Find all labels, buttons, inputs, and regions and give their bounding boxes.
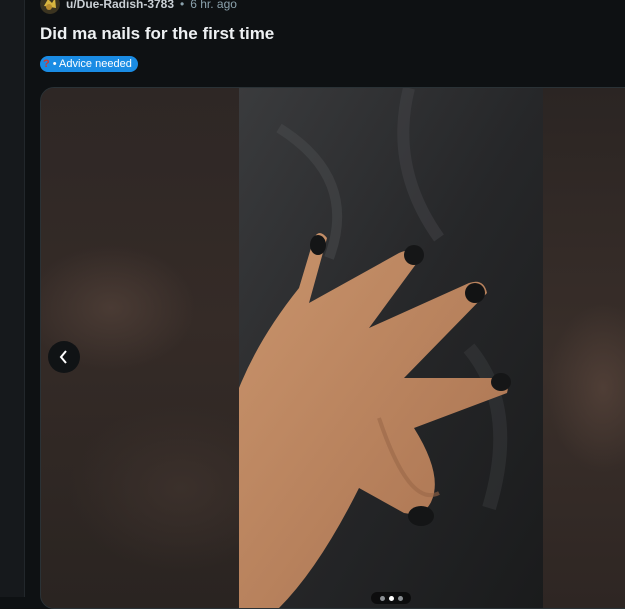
avatar[interactable] [40,0,60,14]
gallery-blur-background-right [543,88,625,608]
meta-separator: • [180,0,185,11]
gallery-dot[interactable] [397,595,403,601]
chevron-left-icon [59,350,67,364]
previous-image-button[interactable] [48,341,80,373]
gallery-dot-active[interactable] [388,595,394,601]
question-mark-icon: ? [43,58,50,70]
gallery-image[interactable] [239,88,543,608]
post-timestamp: 6 hr. ago [190,0,237,11]
image-gallery[interactable] [40,87,625,609]
gallery-dot[interactable] [379,595,385,601]
left-sidebar-edge [0,0,25,597]
post-meta: u/Due-Radish-3783 • 6 hr. ago [40,0,237,14]
post-flair[interactable]: ? • Advice needed [40,56,138,72]
post-title[interactable]: Did ma nails for the first time [40,24,274,44]
post-card: u/Due-Radish-3783 • 6 hr. ago Did ma nai… [24,0,625,609]
username-link[interactable]: u/Due-Radish-3783 [66,0,174,11]
gallery-indicator [371,592,411,604]
flair-label: • Advice needed [52,58,132,70]
